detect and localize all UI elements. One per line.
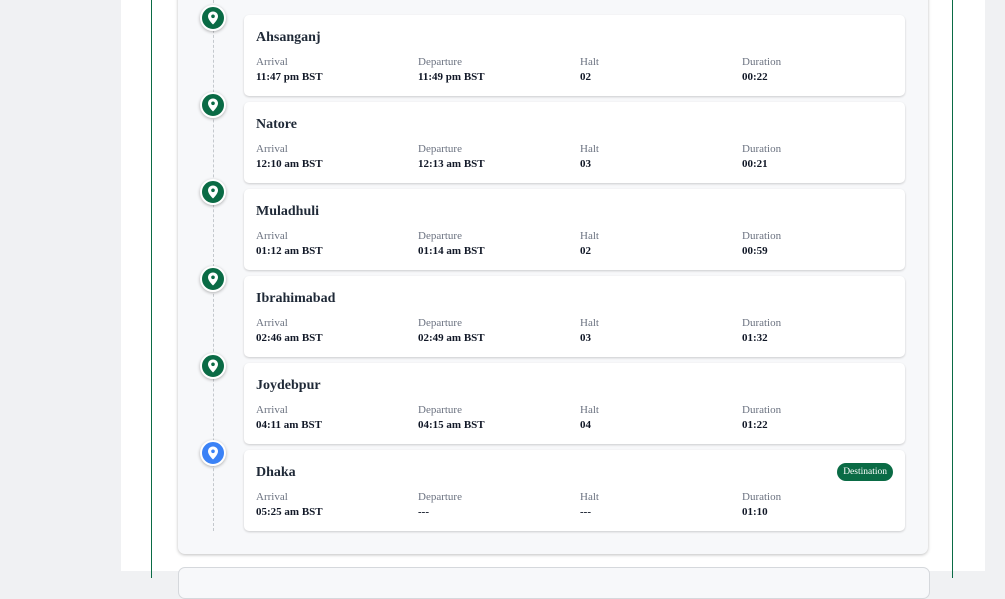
departure-field: Departure 04:15 am BST [418, 403, 485, 432]
stop-card: Ahsanganj Arrival 11:47 pm BST Departure 11:… [244, 15, 905, 96]
departure-field: Departure 01:14 am BST [418, 229, 485, 258]
arrival-field: Arrival 04:11 am BST [256, 403, 322, 432]
duration-field: Duration 01:22 [742, 403, 781, 432]
departure-field: Departure --- [418, 490, 462, 519]
halt-label: Halt [580, 404, 599, 416]
map-pin-icon [200, 179, 226, 205]
halt-value: 03 [580, 158, 591, 170]
duration-label: Duration [742, 317, 782, 329]
halt-label: Halt [580, 317, 599, 329]
departure-label: Departure [418, 404, 462, 416]
departure-value: --- [418, 506, 429, 518]
halt-label: Halt [580, 230, 599, 242]
destination-badge: Destination [837, 463, 893, 481]
stop-name: Ibrahimabad [256, 291, 336, 306]
arrival-label: Arrival [256, 143, 288, 155]
departure-field: Departure 11:49 pm BST [418, 55, 485, 84]
duration-field: Duration 01:10 [742, 490, 781, 519]
halt-field: Halt 02 [580, 55, 599, 84]
halt-label: Halt [580, 491, 599, 503]
departure-field: Departure 02:49 am BST [418, 316, 485, 345]
duration-field: Duration 00:59 [742, 229, 781, 258]
duration-label: Duration [742, 404, 782, 416]
halt-value: --- [580, 506, 591, 518]
arrival-value: 04:11 am BST [256, 419, 323, 431]
departure-value: 01:14 am BST [418, 245, 485, 257]
halt-field: Halt 04 [580, 403, 599, 432]
arrival-value: 01:12 am BST [256, 245, 323, 257]
departure-label: Departure [418, 56, 462, 68]
halt-field: Halt 02 [580, 229, 599, 258]
departure-value: 02:49 am BST [418, 332, 485, 344]
stop-name: Joydebpur [256, 378, 321, 393]
duration-value: 00:22 [742, 71, 768, 83]
duration-field: Duration 01:32 [742, 316, 781, 345]
departure-value: 04:15 am BST [418, 419, 485, 431]
arrival-field: Arrival 05:25 am BST [256, 490, 323, 519]
halt-value: 03 [580, 332, 591, 344]
stop-card: Muladhuli Arrival 01:12 am BST Departure 01:… [244, 189, 905, 270]
arrival-value: 12:10 am BST [256, 158, 323, 170]
map-pin-icon [200, 5, 226, 31]
arrival-label: Arrival [256, 404, 288, 416]
arrival-field: Arrival 11:47 pm BST [256, 55, 323, 84]
departure-label: Departure [418, 491, 462, 503]
halt-field: Halt 03 [580, 316, 599, 345]
duration-label: Duration [742, 56, 782, 68]
duration-label: Duration [742, 230, 782, 242]
arrival-label: Arrival [256, 56, 288, 68]
departure-field: Departure 12:13 am BST [418, 142, 485, 171]
departure-value: 12:13 am BST [418, 158, 485, 170]
arrival-field: Arrival 01:12 am BST [256, 229, 323, 258]
arrival-label: Arrival [256, 230, 288, 242]
halt-label: Halt [580, 56, 599, 68]
stop-name: Muladhuli [256, 204, 320, 219]
arrival-value: 05:25 am BST [256, 506, 323, 518]
duration-value: 01:10 [742, 506, 768, 518]
map-pin-icon [200, 353, 226, 379]
stop-name: Dhaka [256, 465, 296, 480]
duration-label: Duration [742, 491, 782, 503]
halt-value: 04 [580, 419, 591, 431]
duration-value: 00:59 [742, 245, 768, 257]
arrival-value: 11:47 pm BST [256, 71, 323, 83]
departure-label: Departure [418, 317, 462, 329]
halt-value: 02 [580, 245, 591, 257]
halt-label: Halt [580, 143, 599, 155]
departure-label: Departure [418, 143, 462, 155]
stop-card: Joydebpur Arrival 04:11 am BST Departure 04:… [244, 363, 905, 444]
halt-field: Halt 03 [580, 142, 599, 171]
arrival-field: Arrival 12:10 am BST [256, 142, 323, 171]
duration-label: Duration [742, 143, 782, 155]
duration-value: 01:32 [742, 332, 768, 344]
arrival-label: Arrival [256, 317, 288, 329]
arrival-field: Arrival 02:46 am BST [256, 316, 323, 345]
stop-name: Natore [256, 117, 297, 132]
departure-value: 11:49 pm BST [418, 71, 485, 83]
duration-value: 01:22 [742, 419, 768, 431]
arrival-value: 02:46 am BST [256, 332, 323, 344]
arrival-label: Arrival [256, 491, 288, 503]
map-pin-icon [200, 92, 226, 118]
halt-value: 02 [580, 71, 591, 83]
next-section-card [178, 567, 930, 599]
departure-label: Departure [418, 230, 462, 242]
map-pin-icon [200, 440, 226, 466]
stop-card: Dhaka Destination Arrival 05:25 am BST Depar… [244, 450, 905, 531]
stop-name: Ahsanganj [256, 30, 321, 45]
stop-card: Natore Arrival 12:10 am BST Departure 12:13 … [244, 102, 905, 183]
map-pin-icon [200, 266, 226, 292]
duration-value: 00:21 [742, 158, 768, 170]
halt-field: Halt --- [580, 490, 599, 519]
stop-card: Ibrahimabad Arrival 02:46 am BST Departure 0… [244, 276, 905, 357]
duration-field: Duration 00:21 [742, 142, 781, 171]
duration-field: Duration 00:22 [742, 55, 781, 84]
